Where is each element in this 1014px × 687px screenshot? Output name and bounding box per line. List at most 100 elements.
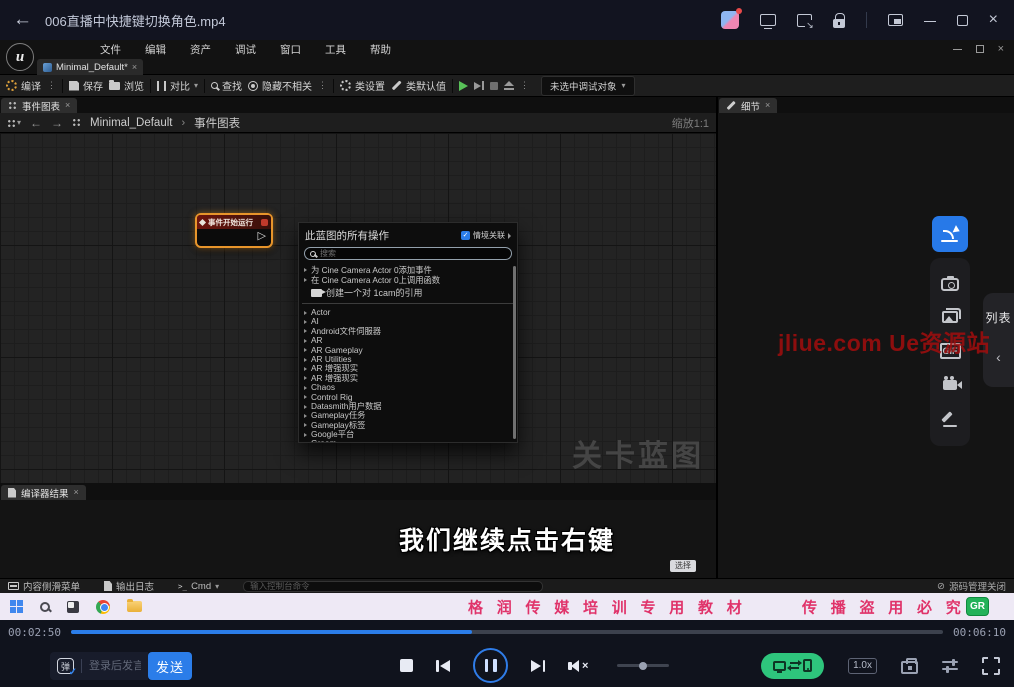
chrome-icon[interactable] <box>96 600 110 614</box>
seek-bar[interactable] <box>71 630 943 634</box>
save-button[interactable]: 保存 <box>69 78 103 93</box>
cmd-dropdown[interactable]: >_ Cmd ▾ <box>178 581 219 592</box>
screenshot-camera-icon[interactable] <box>941 278 959 291</box>
tv-mode-icon[interactable] <box>760 14 776 26</box>
menu-item-create-reference[interactable]: 创建一个对 1cam的引用 <box>299 285 517 300</box>
exec-pin-icon[interactable]: ▷ <box>258 231 266 242</box>
tab-event-graph[interactable]: 事件图表 × <box>1 98 77 113</box>
volume-knob[interactable] <box>639 662 647 670</box>
category-gameplay-tags[interactable]: Gameplay标签 <box>299 421 517 430</box>
category-gameplay-tasks[interactable]: Gameplay任务 <box>299 411 517 420</box>
ue-maximize-icon[interactable] <box>976 45 984 53</box>
breadcrumb-leaf[interactable]: 事件图表 <box>194 115 240 131</box>
play-button[interactable] <box>459 81 468 91</box>
category-ar-gameplay[interactable]: AR Gameplay <box>299 346 517 355</box>
eject-button[interactable] <box>504 81 514 90</box>
close-icon[interactable]: × <box>765 101 770 110</box>
menu-tools[interactable]: 工具 <box>325 42 346 57</box>
image-capture-icon[interactable] <box>942 311 958 323</box>
select-badge[interactable]: 选择 <box>670 560 696 572</box>
chat-input[interactable] <box>89 660 141 672</box>
menu-edit[interactable]: 编辑 <box>145 42 166 57</box>
stop-button[interactable] <box>490 82 498 90</box>
annotate-pen-icon[interactable] <box>942 410 958 426</box>
previous-button[interactable] <box>436 660 450 672</box>
ue-close-icon[interactable]: × <box>998 44 1004 55</box>
category-chaos[interactable]: Chaos <box>299 383 517 392</box>
nav-back-icon[interactable]: ← <box>30 117 42 129</box>
menu-item-add-event[interactable]: 为 Cine Camera Actor 0添加事件 <box>299 265 517 275</box>
search-input[interactable] <box>320 249 506 258</box>
menu-window[interactable]: 窗口 <box>280 42 301 57</box>
volume-slider[interactable] <box>617 664 669 667</box>
maximize-icon[interactable] <box>957 15 968 26</box>
windows-start-icon[interactable] <box>10 600 16 606</box>
event-graph-canvas[interactable]: 关卡蓝图 事件开始运行 ▷ 此蓝图的所有操作 <box>0 133 716 483</box>
mute-button[interactable]: × <box>568 660 588 672</box>
close-icon[interactable]: × <box>989 12 998 28</box>
ue-minimize-icon[interactable] <box>953 49 962 50</box>
frame-skip-button[interactable] <box>474 81 484 90</box>
fullscreen-icon[interactable] <box>982 657 1000 675</box>
category-actor[interactable]: Actor <box>299 308 517 317</box>
category-ar-utilities[interactable]: AR Utilities <box>299 355 517 364</box>
nav-forward-icon[interactable]: → <box>51 117 63 129</box>
play-options-kebab-icon[interactable]: ⋮ <box>520 80 529 91</box>
context-menu-search[interactable] <box>304 247 512 260</box>
next-button[interactable] <box>531 660 545 672</box>
content-drawer-button[interactable]: 内容侧滑菜单 <box>8 579 80 593</box>
danmaku-toggle-icon[interactable]: 弹✓ <box>57 658 74 674</box>
scrollbar-thumb[interactable] <box>513 266 516 439</box>
tab-details[interactable]: 细节 × <box>719 98 777 113</box>
pause-button[interactable] <box>473 648 508 683</box>
diff-button[interactable]: 对比 ▾ <box>157 78 198 93</box>
tab-compiler-results[interactable]: 编译器结果 × <box>1 485 86 500</box>
asset-tab-minimal-default[interactable]: Minimal_Default* × <box>37 59 143 75</box>
graph-filter-button[interactable]: ▾ <box>7 118 21 127</box>
recorder-share-button[interactable] <box>932 216 968 252</box>
playback-speed-button[interactable]: 1.0x <box>848 658 877 674</box>
category-google-platform[interactable]: Google平台 <box>299 430 517 439</box>
back-arrow-icon[interactable]: ← <box>13 9 32 31</box>
category-ar[interactable]: AR <box>299 336 517 345</box>
hide-unrelated-button[interactable]: 隐藏不相关 <box>248 78 312 93</box>
menu-help[interactable]: 帮助 <box>370 42 391 57</box>
event-beginplay-node[interactable]: 事件开始运行 ▷ <box>195 213 273 248</box>
checkbox-checked-icon[interactable]: ✓ <box>461 231 470 240</box>
find-button[interactable]: 查找 <box>211 78 242 93</box>
menu-item-call-function[interactable]: 在 Cine Camera Actor 0上调用函数 <box>299 275 517 285</box>
category-ai[interactable]: AI <box>299 317 517 326</box>
category-ar-augmented-1[interactable]: AR 增强现实 <box>299 364 517 373</box>
close-icon[interactable]: × <box>65 101 70 110</box>
video-record-icon[interactable] <box>943 380 957 390</box>
video-content[interactable]: u 文件 编辑 资产 调试 窗口 工具 帮助 × <box>0 40 1014 620</box>
close-icon[interactable]: × <box>74 488 79 497</box>
category-datasmith[interactable]: Datasmith用户数据 <box>299 402 517 411</box>
mini-player-icon[interactable] <box>888 14 903 26</box>
breadcrumb-root[interactable]: Minimal_Default <box>90 117 172 129</box>
send-button[interactable]: 发送 <box>148 652 192 680</box>
menu-asset[interactable]: 资产 <box>190 42 211 57</box>
category-control-rig[interactable]: Control Rig <box>299 393 517 402</box>
cast-screen-icon[interactable] <box>797 14 812 27</box>
search-icon[interactable] <box>40 602 50 612</box>
console-command-input[interactable] <box>243 581 543 592</box>
app-logo-icon[interactable] <box>721 11 739 29</box>
category-groom[interactable]: Groom <box>299 439 517 442</box>
settings-tune-icon[interactable] <box>942 661 958 670</box>
minimize-icon[interactable] <box>924 21 936 22</box>
close-icon[interactable]: × <box>132 63 137 72</box>
browse-button[interactable]: 浏览 <box>109 78 144 93</box>
source-control-status[interactable]: ⊘ 源码管理关闭 <box>937 579 1006 593</box>
file-explorer-icon[interactable] <box>127 601 142 612</box>
compile-button[interactable]: 编译 <box>6 78 41 93</box>
output-log-button[interactable]: 输出日志 <box>104 579 154 593</box>
menu-debug[interactable]: 调试 <box>235 42 256 57</box>
task-view-icon[interactable] <box>67 601 79 613</box>
class-settings-button[interactable]: 类设置 <box>340 78 385 93</box>
compile-options-kebab-icon[interactable]: ⋮ <box>47 80 56 91</box>
debug-object-dropdown[interactable]: 未选中调试对象 ▾ <box>541 76 635 96</box>
context-sensitive-toggle[interactable]: ✓ 情境关联 <box>461 230 511 241</box>
category-ar-augmented-2[interactable]: AR 增强现实 <box>299 374 517 383</box>
class-defaults-button[interactable]: 类默认值 <box>391 78 446 93</box>
